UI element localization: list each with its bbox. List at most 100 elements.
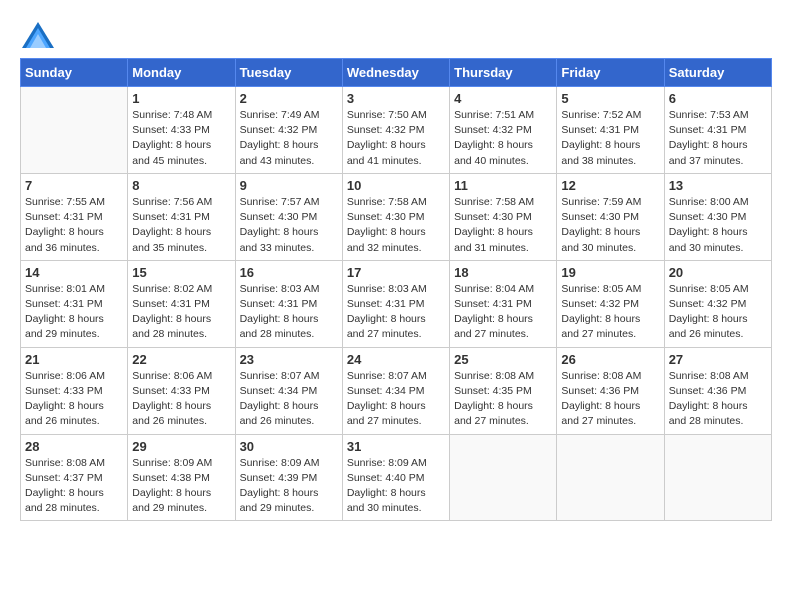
logo-icon [20, 20, 52, 48]
calendar-cell: 2 Sunrise: 7:49 AMSunset: 4:32 PMDaylight… [235, 87, 342, 174]
calendar-cell: 9 Sunrise: 7:57 AMSunset: 4:30 PMDaylight… [235, 173, 342, 260]
day-info: Sunrise: 7:52 AMSunset: 4:31 PMDaylight:… [561, 108, 659, 169]
calendar-cell: 10 Sunrise: 7:58 AMSunset: 4:30 PMDayligh… [342, 173, 449, 260]
day-number: 28 [25, 439, 123, 454]
day-info: Sunrise: 7:56 AMSunset: 4:31 PMDaylight:… [132, 195, 230, 256]
day-info: Sunrise: 8:02 AMSunset: 4:31 PMDaylight:… [132, 282, 230, 343]
day-number: 21 [25, 352, 123, 367]
day-info: Sunrise: 8:08 AMSunset: 4:37 PMDaylight:… [25, 456, 123, 517]
day-info: Sunrise: 7:59 AMSunset: 4:30 PMDaylight:… [561, 195, 659, 256]
calendar-cell: 29 Sunrise: 8:09 AMSunset: 4:38 PMDayligh… [128, 434, 235, 521]
calendar-cell: 1Sunrise: 7:48 AMSunset: 4:33 PMDaylight… [128, 87, 235, 174]
calendar-cell: 12 Sunrise: 7:59 AMSunset: 4:30 PMDayligh… [557, 173, 664, 260]
day-info: Sunrise: 8:08 AMSunset: 4:35 PMDaylight:… [454, 369, 552, 430]
calendar-cell: 19 Sunrise: 8:05 AMSunset: 4:32 PMDayligh… [557, 260, 664, 347]
day-number: 18 [454, 265, 552, 280]
day-number: 10 [347, 178, 445, 193]
day-info: Sunrise: 8:05 AMSunset: 4:32 PMDaylight:… [561, 282, 659, 343]
day-number: 15 [132, 265, 230, 280]
day-number: 20 [669, 265, 767, 280]
day-info: Sunrise: 8:09 AMSunset: 4:38 PMDaylight:… [132, 456, 230, 517]
day-info: Sunrise: 7:50 AMSunset: 4:32 PMDaylight:… [347, 108, 445, 169]
day-info: Sunrise: 7:55 AMSunset: 4:31 PMDaylight:… [25, 195, 123, 256]
day-info: Sunrise: 8:00 AMSunset: 4:30 PMDaylight:… [669, 195, 767, 256]
day-number: 19 [561, 265, 659, 280]
day-info: Sunrise: 7:53 AMSunset: 4:31 PMDaylight:… [669, 108, 767, 169]
day-number: 17 [347, 265, 445, 280]
day-number: 4 [454, 91, 552, 106]
calendar-cell [21, 87, 128, 174]
day-info: Sunrise: 8:09 AMSunset: 4:39 PMDaylight:… [240, 456, 338, 517]
calendar-cell [450, 434, 557, 521]
day-info: Sunrise: 7:48 AMSunset: 4:33 PMDaylight:… [132, 108, 230, 169]
calendar-cell: 6 Sunrise: 7:53 AMSunset: 4:31 PMDaylight… [664, 87, 771, 174]
day-info: Sunrise: 7:49 AMSunset: 4:32 PMDaylight:… [240, 108, 338, 169]
logo [20, 20, 56, 48]
weekday-wednesday: Wednesday [342, 59, 449, 87]
day-number: 29 [132, 439, 230, 454]
calendar-cell: 22Sunrise: 8:06 AMSunset: 4:33 PMDayligh… [128, 347, 235, 434]
day-info: Sunrise: 8:05 AMSunset: 4:32 PMDaylight:… [669, 282, 767, 343]
day-info: Sunrise: 8:04 AMSunset: 4:31 PMDaylight:… [454, 282, 552, 343]
calendar-body: 1Sunrise: 7:48 AMSunset: 4:33 PMDaylight… [21, 87, 772, 521]
calendar-cell: 23 Sunrise: 8:07 AMSunset: 4:34 PMDayligh… [235, 347, 342, 434]
calendar-cell: 13 Sunrise: 8:00 AMSunset: 4:30 PMDayligh… [664, 173, 771, 260]
weekday-saturday: Saturday [664, 59, 771, 87]
day-number: 9 [240, 178, 338, 193]
calendar-cell: 21 Sunrise: 8:06 AMSunset: 4:33 PMDayligh… [21, 347, 128, 434]
day-number: 13 [669, 178, 767, 193]
day-number: 26 [561, 352, 659, 367]
calendar-cell [664, 434, 771, 521]
day-info: Sunrise: 8:08 AMSunset: 4:36 PMDaylight:… [669, 369, 767, 430]
calendar-cell: 28 Sunrise: 8:08 AMSunset: 4:37 PMDayligh… [21, 434, 128, 521]
day-number: 6 [669, 91, 767, 106]
day-number: 23 [240, 352, 338, 367]
calendar-cell: 8 Sunrise: 7:56 AMSunset: 4:31 PMDaylight… [128, 173, 235, 260]
calendar-cell: 20 Sunrise: 8:05 AMSunset: 4:32 PMDayligh… [664, 260, 771, 347]
day-info: Sunrise: 8:03 AMSunset: 4:31 PMDaylight:… [240, 282, 338, 343]
day-number: 14 [25, 265, 123, 280]
calendar-week-1: 7 Sunrise: 7:55 AMSunset: 4:31 PMDaylight… [21, 173, 772, 260]
weekday-sunday: Sunday [21, 59, 128, 87]
calendar-cell: 11Sunrise: 7:58 AMSunset: 4:30 PMDayligh… [450, 173, 557, 260]
calendar-cell: 24 Sunrise: 8:07 AMSunset: 4:34 PMDayligh… [342, 347, 449, 434]
calendar-cell: 17 Sunrise: 8:03 AMSunset: 4:31 PMDayligh… [342, 260, 449, 347]
weekday-header-row: SundayMondayTuesdayWednesdayThursdayFrid… [21, 59, 772, 87]
calendar-cell: 5 Sunrise: 7:52 AMSunset: 4:31 PMDaylight… [557, 87, 664, 174]
day-number: 27 [669, 352, 767, 367]
day-info: Sunrise: 8:08 AMSunset: 4:36 PMDaylight:… [561, 369, 659, 430]
calendar-cell: 15 Sunrise: 8:02 AMSunset: 4:31 PMDayligh… [128, 260, 235, 347]
day-info: Sunrise: 7:57 AMSunset: 4:30 PMDaylight:… [240, 195, 338, 256]
calendar-cell: 25 Sunrise: 8:08 AMSunset: 4:35 PMDayligh… [450, 347, 557, 434]
day-number: 24 [347, 352, 445, 367]
day-number: 5 [561, 91, 659, 106]
day-number: 7 [25, 178, 123, 193]
calendar-cell: 14Sunrise: 8:01 AMSunset: 4:31 PMDayligh… [21, 260, 128, 347]
calendar-cell: 18 Sunrise: 8:04 AMSunset: 4:31 PMDayligh… [450, 260, 557, 347]
day-info: Sunrise: 8:09 AMSunset: 4:40 PMDaylight:… [347, 456, 445, 517]
day-info: Sunrise: 8:06 AMSunset: 4:33 PMDaylight:… [132, 369, 230, 430]
day-number: 30 [240, 439, 338, 454]
day-number: 25 [454, 352, 552, 367]
calendar-cell: 31 Sunrise: 8:09 AMSunset: 4:40 PMDayligh… [342, 434, 449, 521]
day-info: Sunrise: 8:06 AMSunset: 4:33 PMDaylight:… [25, 369, 123, 430]
weekday-thursday: Thursday [450, 59, 557, 87]
day-number: 12 [561, 178, 659, 193]
day-info: Sunrise: 8:03 AMSunset: 4:31 PMDaylight:… [347, 282, 445, 343]
calendar-week-0: 1Sunrise: 7:48 AMSunset: 4:33 PMDaylight… [21, 87, 772, 174]
day-number: 8 [132, 178, 230, 193]
calendar-week-3: 21 Sunrise: 8:06 AMSunset: 4:33 PMDayligh… [21, 347, 772, 434]
calendar-cell [557, 434, 664, 521]
day-info: Sunrise: 7:51 AMSunset: 4:32 PMDaylight:… [454, 108, 552, 169]
calendar-cell: 27 Sunrise: 8:08 AMSunset: 4:36 PMDayligh… [664, 347, 771, 434]
calendar-table: SundayMondayTuesdayWednesdayThursdayFrid… [20, 58, 772, 521]
day-number: 31 [347, 439, 445, 454]
calendar-cell: 3 Sunrise: 7:50 AMSunset: 4:32 PMDaylight… [342, 87, 449, 174]
day-number: 2 [240, 91, 338, 106]
calendar-cell: 26 Sunrise: 8:08 AMSunset: 4:36 PMDayligh… [557, 347, 664, 434]
day-info: Sunrise: 8:07 AMSunset: 4:34 PMDaylight:… [240, 369, 338, 430]
day-number: 3 [347, 91, 445, 106]
day-info: Sunrise: 8:07 AMSunset: 4:34 PMDaylight:… [347, 369, 445, 430]
day-info: Sunrise: 7:58 AMSunset: 4:30 PMDaylight:… [347, 195, 445, 256]
weekday-monday: Monday [128, 59, 235, 87]
